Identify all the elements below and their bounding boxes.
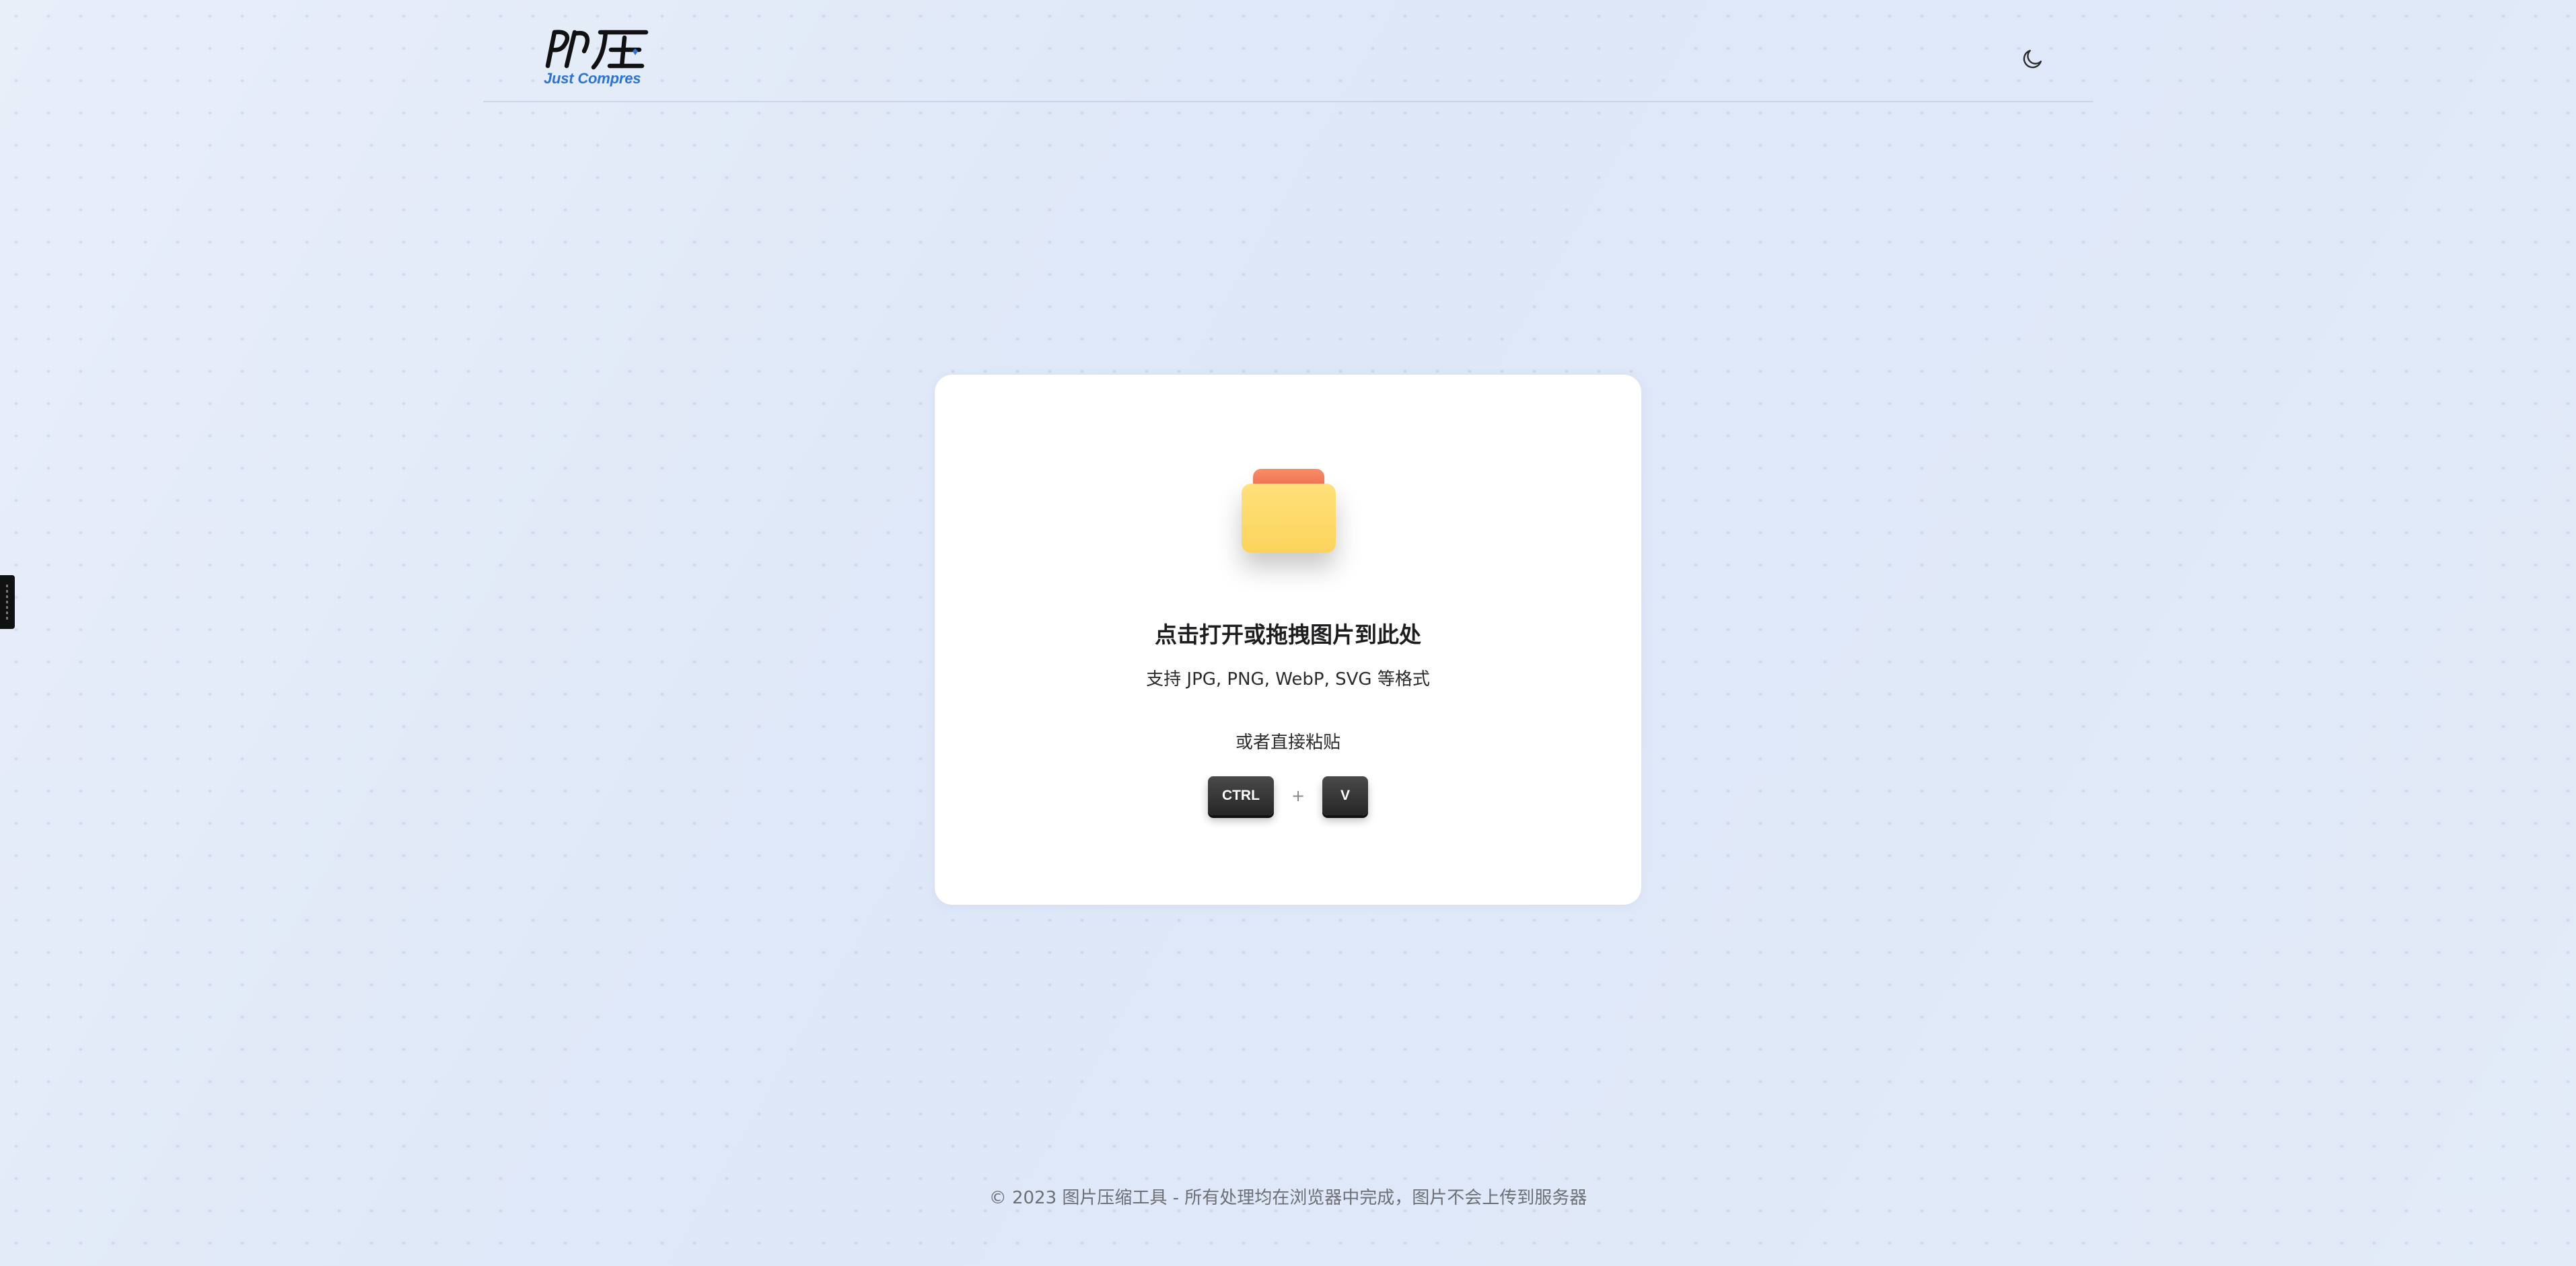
logo-mark bbox=[545, 30, 649, 70]
logo-subtitle: Just Compres bbox=[544, 70, 641, 87]
site-header: Just Compres bbox=[483, 0, 2093, 102]
v-key: V bbox=[1322, 776, 1369, 815]
supported-formats: 支持 JPG, PNG, WebP, SVG 等格式 bbox=[1146, 669, 1430, 690]
logo[interactable]: Just Compres bbox=[544, 27, 651, 94]
paste-shortcut: CTRL + V bbox=[935, 775, 1641, 817]
upload-dropzone[interactable]: 点击打开或拖拽图片到此处 支持 JPG, PNG, WebP, SVG 等格式 … bbox=[935, 375, 1641, 905]
side-drawer-handle[interactable] bbox=[0, 575, 15, 629]
theme-toggle-button[interactable] bbox=[2016, 43, 2048, 75]
folder-icon bbox=[1242, 469, 1336, 553]
plus-sign: + bbox=[1291, 786, 1305, 805]
upload-title: 点击打开或拖拽图片到此处 bbox=[1155, 622, 1421, 648]
moon-icon bbox=[2023, 50, 2042, 69]
paste-hint: 或者直接粘贴 bbox=[1235, 733, 1340, 753]
footer-text: © 2023 图片压缩工具 - 所有处理均在浏览器中完成，图片不会上传到服务器 bbox=[989, 1188, 1587, 1208]
ctrl-key: CTRL bbox=[1207, 776, 1274, 815]
